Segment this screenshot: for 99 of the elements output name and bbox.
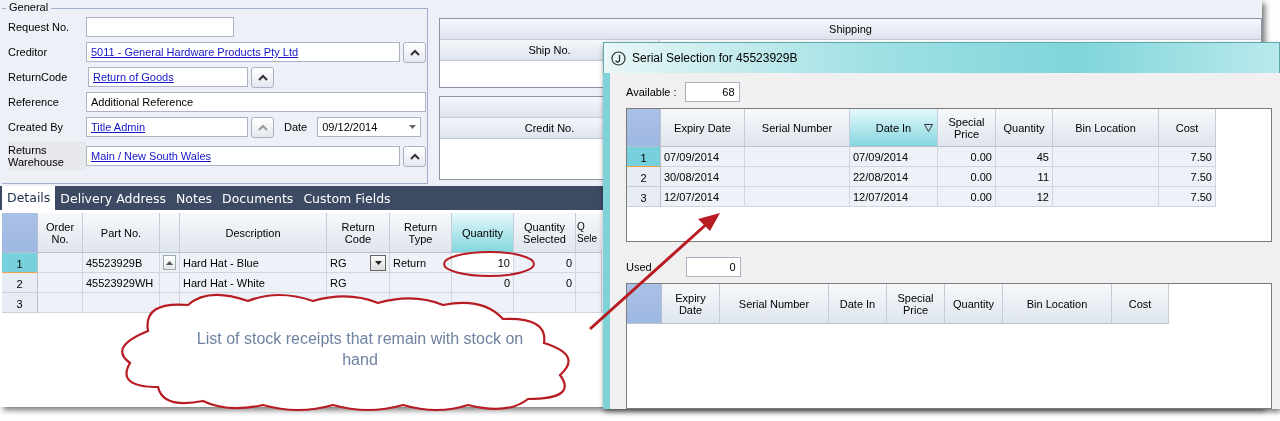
caret-icon bbox=[374, 260, 382, 265]
field-label: Used bbox=[626, 261, 652, 273]
dropdown-button[interactable] bbox=[370, 254, 386, 271]
lookup-button[interactable] bbox=[251, 66, 274, 88]
input-field[interactable]: Return of Goods bbox=[88, 67, 248, 87]
field-label: Returns Warehouse bbox=[8, 142, 86, 170]
triangle-up-icon bbox=[166, 260, 173, 265]
column-header[interactable]: Date In bbox=[850, 109, 938, 147]
table-cell bbox=[38, 273, 83, 293]
group-title: General bbox=[6, 1, 52, 13]
table-cell: 0.00 bbox=[938, 167, 996, 187]
table-cell: RG bbox=[327, 273, 390, 293]
row-header[interactable]: 2 bbox=[627, 167, 661, 187]
column-header[interactable]: Description bbox=[180, 213, 327, 253]
table-cell: 07/09/2014 bbox=[661, 147, 745, 167]
column-header[interactable]: Expiry Date bbox=[661, 109, 745, 147]
table-cell: 22/08/2014 bbox=[850, 167, 938, 187]
column-header[interactable]: Quantity Selected bbox=[514, 213, 576, 253]
table-cell bbox=[390, 273, 452, 293]
column-header[interactable]: Serial Number bbox=[720, 284, 829, 324]
lookup-button[interactable] bbox=[403, 41, 426, 63]
input-field[interactable]: 0 bbox=[685, 257, 741, 277]
column-header[interactable]: Serial Number bbox=[745, 109, 850, 147]
table-cell: 0 bbox=[452, 273, 514, 293]
input-field[interactable]: Additional Reference bbox=[86, 92, 426, 112]
column-header[interactable]: Cost bbox=[1159, 109, 1216, 147]
app-logo-icon bbox=[611, 50, 626, 66]
input-field[interactable] bbox=[86, 17, 234, 37]
sort-icon bbox=[924, 123, 933, 132]
column-header[interactable]: Date In bbox=[829, 284, 887, 324]
column-header[interactable]: Bin Location bbox=[1053, 109, 1159, 147]
table-cell: RG bbox=[327, 253, 390, 273]
table-cell: 7.50 bbox=[1159, 147, 1216, 167]
column-header[interactable]: Cost bbox=[1112, 284, 1169, 324]
table-cell: 7.50 bbox=[1159, 187, 1216, 207]
column-header[interactable]: Special Price bbox=[887, 284, 945, 324]
column-header[interactable]: Special Price bbox=[938, 109, 996, 147]
row-header[interactable]: 3 bbox=[627, 187, 661, 207]
input-field[interactable]: 68 bbox=[684, 82, 740, 102]
panel-title: Shipping bbox=[440, 19, 1261, 40]
column-header[interactable]: Q Sele bbox=[576, 213, 602, 253]
table-cell: 12 bbox=[996, 187, 1053, 207]
table-cell: 30/08/2014 bbox=[661, 167, 745, 187]
tab[interactable]: Documents bbox=[217, 188, 299, 210]
table-cell: 11 bbox=[996, 167, 1053, 187]
input-field[interactable]: Main / New South Wales bbox=[86, 146, 400, 166]
table-cell: 0.00 bbox=[938, 147, 996, 167]
column-header[interactable]: Quantity bbox=[996, 109, 1053, 147]
table-cell bbox=[38, 253, 83, 273]
column-header[interactable]: Return Type bbox=[390, 213, 452, 253]
column-header[interactable]: Expiry Date bbox=[662, 284, 720, 324]
table-cell: 0.00 bbox=[938, 187, 996, 207]
field-label: Available : bbox=[626, 86, 677, 98]
lookup-button[interactable] bbox=[403, 145, 426, 167]
table-cell: 07/09/2014 bbox=[850, 147, 938, 167]
table-cell: 0 bbox=[514, 253, 576, 273]
table-cell: 12/07/2014 bbox=[661, 187, 745, 207]
table-cell: 45523929WH bbox=[83, 273, 160, 293]
callout-text: List of stock receipts that remain with stock on hand bbox=[195, 329, 525, 370]
field-label: Reference bbox=[8, 96, 60, 108]
tab[interactable]: Details bbox=[2, 186, 56, 210]
column-header[interactable]: Quantity bbox=[945, 284, 1003, 324]
field-label: Request No. bbox=[8, 21, 71, 33]
table-cell: Return bbox=[390, 253, 452, 273]
column-header[interactable]: Part No. bbox=[83, 213, 160, 253]
chevron-up-icon bbox=[409, 152, 420, 160]
chevron-up-icon bbox=[409, 48, 420, 56]
tab[interactable]: Custom Fields bbox=[298, 188, 396, 210]
input-field[interactable]: Title Admin bbox=[86, 117, 248, 137]
field-label: Date bbox=[284, 121, 308, 133]
field-label: Created By bbox=[8, 121, 65, 133]
column-header[interactable]: Quantity bbox=[452, 213, 514, 253]
table-cell: 10 bbox=[452, 253, 514, 273]
chevron-up-icon bbox=[257, 73, 268, 81]
date-picker[interactable]: 09/12/2014 bbox=[317, 117, 422, 137]
table-cell bbox=[514, 293, 576, 313]
input-field[interactable]: 5011 - General Hardware Products Pty Ltd bbox=[86, 42, 400, 62]
row-header[interactable]: 2 bbox=[2, 273, 38, 293]
table-cell: 45523929B bbox=[83, 253, 160, 273]
field-label: Creditor bbox=[8, 46, 49, 58]
chevron-up-icon bbox=[257, 123, 268, 131]
table-cell: 45 bbox=[996, 147, 1053, 167]
table-cell: 7.50 bbox=[1159, 167, 1216, 187]
table-cell: 0 bbox=[514, 273, 576, 293]
row-header[interactable]: 1 bbox=[2, 253, 38, 273]
row-header[interactable]: 3 bbox=[2, 293, 38, 313]
table-cell bbox=[38, 293, 83, 313]
grid-corner[interactable] bbox=[627, 284, 662, 324]
column-header[interactable]: Order No. bbox=[38, 213, 83, 253]
table-cell: Hard Hat - Blue bbox=[180, 253, 327, 273]
tab[interactable]: Delivery Address bbox=[55, 188, 171, 210]
column-header[interactable]: Bin Location bbox=[1003, 284, 1112, 324]
table-cell: Hard Hat - White bbox=[180, 273, 327, 293]
column-header[interactable]: Return Code bbox=[327, 213, 390, 253]
caret-icon bbox=[409, 125, 417, 129]
tab[interactable]: Notes bbox=[171, 188, 218, 210]
table-cell: 12/07/2014 bbox=[850, 187, 938, 207]
field-label: ReturnCode bbox=[8, 71, 69, 83]
row-header[interactable]: 1 bbox=[627, 147, 661, 167]
